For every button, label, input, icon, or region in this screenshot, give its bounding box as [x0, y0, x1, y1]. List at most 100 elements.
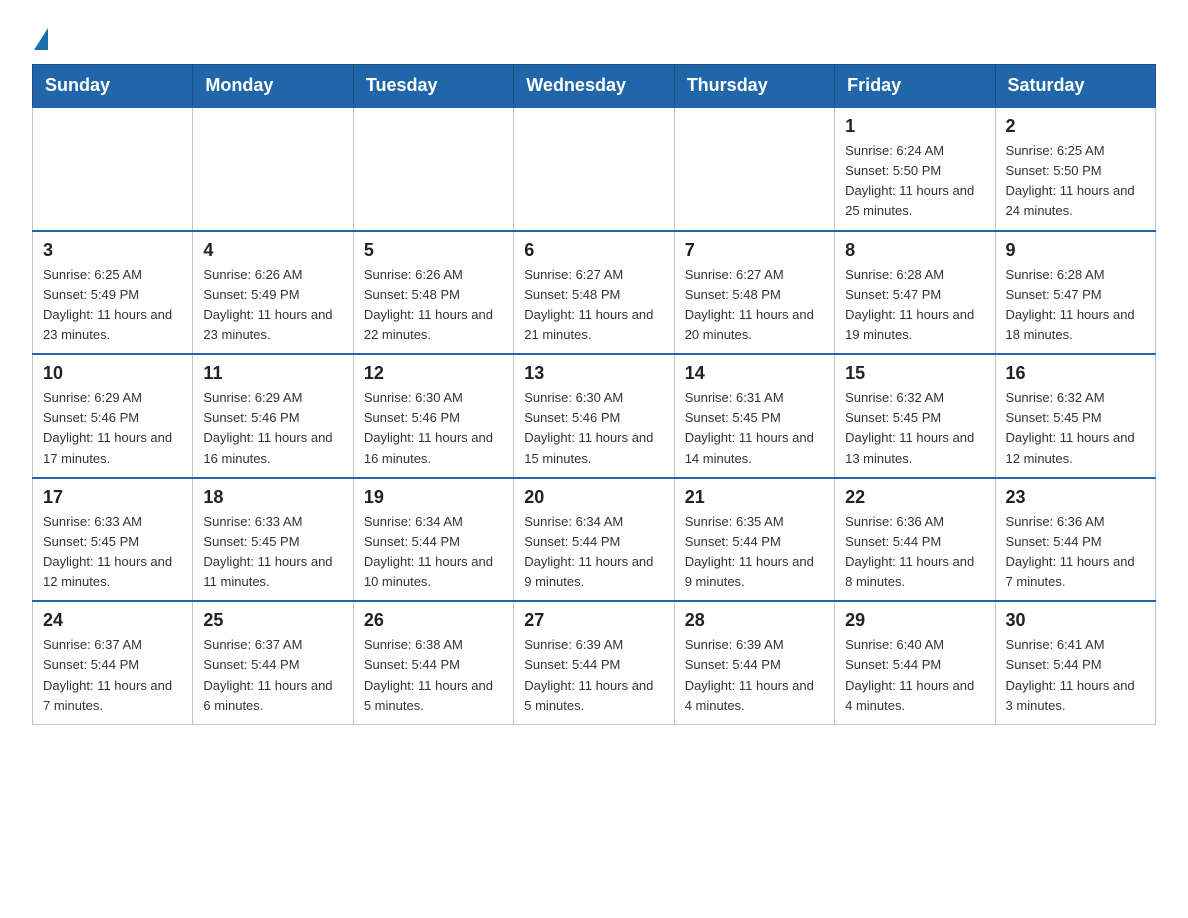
calendar-week-row: 10 Sunrise: 6:29 AMSunset: 5:46 PMDayligh…	[33, 354, 1156, 478]
day-number: 13	[524, 363, 663, 384]
day-number: 26	[364, 610, 503, 631]
day-info: Sunrise: 6:27 AMSunset: 5:48 PMDaylight:…	[685, 265, 824, 346]
day-number: 11	[203, 363, 342, 384]
calendar-cell: 10 Sunrise: 6:29 AMSunset: 5:46 PMDayligh…	[33, 354, 193, 478]
weekday-header-friday: Friday	[835, 65, 995, 108]
day-number: 6	[524, 240, 663, 261]
calendar-cell: 4 Sunrise: 6:26 AMSunset: 5:49 PMDaylight…	[193, 231, 353, 355]
day-number: 10	[43, 363, 182, 384]
day-info: Sunrise: 6:36 AMSunset: 5:44 PMDaylight:…	[845, 512, 984, 593]
day-number: 9	[1006, 240, 1145, 261]
day-info: Sunrise: 6:30 AMSunset: 5:46 PMDaylight:…	[524, 388, 663, 469]
day-info: Sunrise: 6:37 AMSunset: 5:44 PMDaylight:…	[43, 635, 182, 716]
day-number: 4	[203, 240, 342, 261]
calendar-cell: 3 Sunrise: 6:25 AMSunset: 5:49 PMDaylight…	[33, 231, 193, 355]
calendar-cell: 15Sunrise: 6:32 AMSunset: 5:45 PMDayligh…	[835, 354, 995, 478]
calendar-cell: 8 Sunrise: 6:28 AMSunset: 5:47 PMDaylight…	[835, 231, 995, 355]
day-info: Sunrise: 6:36 AMSunset: 5:44 PMDaylight:…	[1006, 512, 1145, 593]
calendar-cell: 6 Sunrise: 6:27 AMSunset: 5:48 PMDaylight…	[514, 231, 674, 355]
calendar-table: SundayMondayTuesdayWednesdayThursdayFrid…	[32, 64, 1156, 725]
day-number: 22	[845, 487, 984, 508]
weekday-header-sunday: Sunday	[33, 65, 193, 108]
calendar-cell	[674, 107, 834, 231]
day-info: Sunrise: 6:25 AMSunset: 5:50 PMDaylight:…	[1006, 141, 1145, 222]
calendar-cell	[33, 107, 193, 231]
day-info: Sunrise: 6:34 AMSunset: 5:44 PMDaylight:…	[524, 512, 663, 593]
calendar-cell	[353, 107, 513, 231]
calendar-header-row: SundayMondayTuesdayWednesdayThursdayFrid…	[33, 65, 1156, 108]
day-number: 2	[1006, 116, 1145, 137]
day-info: Sunrise: 6:30 AMSunset: 5:46 PMDaylight:…	[364, 388, 503, 469]
calendar-cell: 12 Sunrise: 6:30 AMSunset: 5:46 PMDayligh…	[353, 354, 513, 478]
calendar-cell: 21 Sunrise: 6:35 AMSunset: 5:44 PMDayligh…	[674, 478, 834, 602]
day-info: Sunrise: 6:27 AMSunset: 5:48 PMDaylight:…	[524, 265, 663, 346]
day-number: 12	[364, 363, 503, 384]
calendar-cell: 9 Sunrise: 6:28 AMSunset: 5:47 PMDaylight…	[995, 231, 1155, 355]
day-info: Sunrise: 6:26 AMSunset: 5:49 PMDaylight:…	[203, 265, 342, 346]
weekday-header-monday: Monday	[193, 65, 353, 108]
day-info: Sunrise: 6:32 AMSunset: 5:45 PMDaylight:…	[845, 388, 984, 469]
day-info: Sunrise: 6:25 AMSunset: 5:49 PMDaylight:…	[43, 265, 182, 346]
calendar-cell: 14Sunrise: 6:31 AMSunset: 5:45 PMDayligh…	[674, 354, 834, 478]
day-number: 20	[524, 487, 663, 508]
calendar-cell: 24 Sunrise: 6:37 AMSunset: 5:44 PMDayligh…	[33, 601, 193, 724]
calendar-cell: 13 Sunrise: 6:30 AMSunset: 5:46 PMDayligh…	[514, 354, 674, 478]
day-info: Sunrise: 6:34 AMSunset: 5:44 PMDaylight:…	[364, 512, 503, 593]
day-info: Sunrise: 6:28 AMSunset: 5:47 PMDaylight:…	[845, 265, 984, 346]
calendar-cell: 5 Sunrise: 6:26 AMSunset: 5:48 PMDaylight…	[353, 231, 513, 355]
calendar-week-row: 24 Sunrise: 6:37 AMSunset: 5:44 PMDayligh…	[33, 601, 1156, 724]
weekday-header-saturday: Saturday	[995, 65, 1155, 108]
page-header	[32, 24, 1156, 46]
day-info: Sunrise: 6:35 AMSunset: 5:44 PMDaylight:…	[685, 512, 824, 593]
day-number: 17	[43, 487, 182, 508]
calendar-cell: 2 Sunrise: 6:25 AMSunset: 5:50 PMDaylight…	[995, 107, 1155, 231]
weekday-header-thursday: Thursday	[674, 65, 834, 108]
logo	[32, 24, 48, 46]
day-info: Sunrise: 6:40 AMSunset: 5:44 PMDaylight:…	[845, 635, 984, 716]
calendar-cell: 29 Sunrise: 6:40 AMSunset: 5:44 PMDayligh…	[835, 601, 995, 724]
day-number: 3	[43, 240, 182, 261]
day-number: 21	[685, 487, 824, 508]
day-number: 8	[845, 240, 984, 261]
calendar-cell	[193, 107, 353, 231]
day-info: Sunrise: 6:29 AMSunset: 5:46 PMDaylight:…	[203, 388, 342, 469]
day-number: 5	[364, 240, 503, 261]
day-number: 30	[1006, 610, 1145, 631]
calendar-cell	[514, 107, 674, 231]
logo-triangle-icon	[34, 28, 48, 50]
calendar-cell: 7 Sunrise: 6:27 AMSunset: 5:48 PMDaylight…	[674, 231, 834, 355]
calendar-cell: 11 Sunrise: 6:29 AMSunset: 5:46 PMDayligh…	[193, 354, 353, 478]
calendar-cell: 27 Sunrise: 6:39 AMSunset: 5:44 PMDayligh…	[514, 601, 674, 724]
day-number: 29	[845, 610, 984, 631]
day-info: Sunrise: 6:33 AMSunset: 5:45 PMDaylight:…	[203, 512, 342, 593]
calendar-week-row: 17 Sunrise: 6:33 AMSunset: 5:45 PMDayligh…	[33, 478, 1156, 602]
day-number: 7	[685, 240, 824, 261]
calendar-week-row: 1 Sunrise: 6:24 AMSunset: 5:50 PMDaylight…	[33, 107, 1156, 231]
day-info: Sunrise: 6:24 AMSunset: 5:50 PMDaylight:…	[845, 141, 984, 222]
day-number: 25	[203, 610, 342, 631]
calendar-cell: 16 Sunrise: 6:32 AMSunset: 5:45 PMDayligh…	[995, 354, 1155, 478]
calendar-cell: 28Sunrise: 6:39 AMSunset: 5:44 PMDayligh…	[674, 601, 834, 724]
day-number: 27	[524, 610, 663, 631]
day-info: Sunrise: 6:33 AMSunset: 5:45 PMDaylight:…	[43, 512, 182, 593]
calendar-cell: 19Sunrise: 6:34 AMSunset: 5:44 PMDayligh…	[353, 478, 513, 602]
day-info: Sunrise: 6:26 AMSunset: 5:48 PMDaylight:…	[364, 265, 503, 346]
weekday-header-tuesday: Tuesday	[353, 65, 513, 108]
day-number: 14	[685, 363, 824, 384]
day-info: Sunrise: 6:28 AMSunset: 5:47 PMDaylight:…	[1006, 265, 1145, 346]
day-number: 23	[1006, 487, 1145, 508]
day-number: 16	[1006, 363, 1145, 384]
weekday-header-wednesday: Wednesday	[514, 65, 674, 108]
calendar-cell: 20 Sunrise: 6:34 AMSunset: 5:44 PMDayligh…	[514, 478, 674, 602]
day-number: 24	[43, 610, 182, 631]
day-info: Sunrise: 6:39 AMSunset: 5:44 PMDaylight:…	[524, 635, 663, 716]
calendar-cell: 23 Sunrise: 6:36 AMSunset: 5:44 PMDayligh…	[995, 478, 1155, 602]
day-number: 28	[685, 610, 824, 631]
day-info: Sunrise: 6:29 AMSunset: 5:46 PMDaylight:…	[43, 388, 182, 469]
day-number: 1	[845, 116, 984, 137]
day-info: Sunrise: 6:37 AMSunset: 5:44 PMDaylight:…	[203, 635, 342, 716]
day-info: Sunrise: 6:38 AMSunset: 5:44 PMDaylight:…	[364, 635, 503, 716]
calendar-cell: 25 Sunrise: 6:37 AMSunset: 5:44 PMDayligh…	[193, 601, 353, 724]
day-info: Sunrise: 6:32 AMSunset: 5:45 PMDaylight:…	[1006, 388, 1145, 469]
calendar-cell: 26 Sunrise: 6:38 AMSunset: 5:44 PMDayligh…	[353, 601, 513, 724]
